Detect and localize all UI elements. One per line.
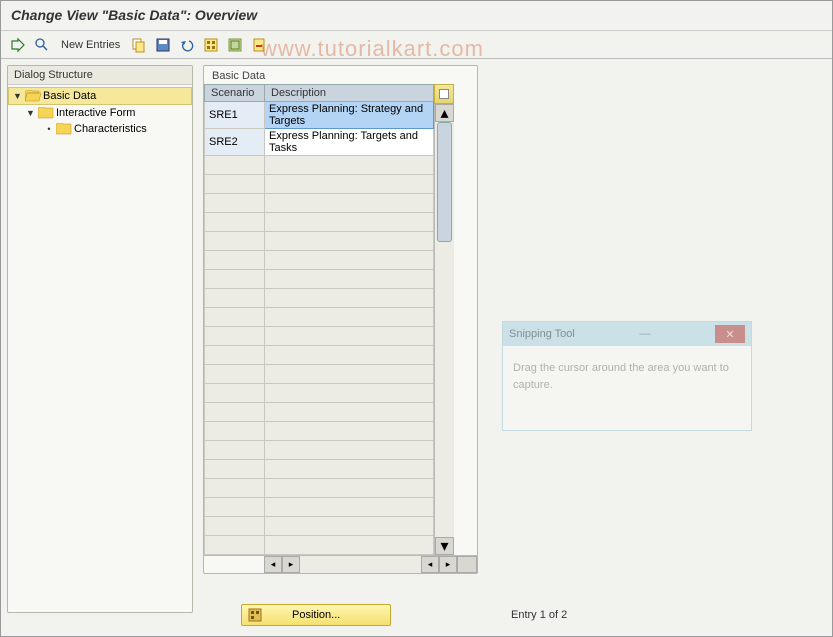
page-title: Change View "Basic Data": Overview [1,1,832,31]
collapse-icon[interactable]: ▼ [26,108,36,118]
cell-scenario[interactable]: SRE1 [205,102,265,129]
table-row[interactable] [205,441,434,460]
table-row[interactable] [205,460,434,479]
scroll-right-icon[interactable]: ▸ [439,556,457,573]
col-description[interactable]: Description [265,85,434,102]
tree: ▼ Basic Data ▼ Interactive Form • Charac… [8,85,192,139]
copy-icon[interactable] [130,36,148,54]
tree-node-label: Interactive Form [56,107,135,119]
find-icon[interactable] [33,36,51,54]
save-variant-icon[interactable] [154,36,172,54]
scroll-left-icon[interactable]: ◂ [421,556,439,573]
tree-node-label: Characteristics [74,123,147,135]
toggle-icon[interactable] [9,36,27,54]
cell-scenario[interactable]: SRE2 [205,129,265,156]
scroll-down-icon[interactable]: ▾ [435,537,454,555]
table-row[interactable] [205,327,434,346]
table-row[interactable] [205,270,434,289]
footer: Position... Entry 1 of 2 [1,604,832,626]
folder-open-icon [25,90,41,102]
dialog-structure-header: Dialog Structure [8,66,192,85]
table-row[interactable] [205,156,434,175]
cell-description[interactable]: Express Planning: Targets and Tasks [265,129,434,156]
scroll-right-icon[interactable]: ▸ [282,556,300,573]
deselect-all-icon[interactable] [226,36,244,54]
tree-node-label: Basic Data [43,90,96,102]
cell-description[interactable]: Express Planning: Strategy and Targets [265,102,434,129]
position-button[interactable]: Position... [241,604,391,626]
position-icon [248,608,262,622]
table-row[interactable] [205,384,434,403]
table-title: Basic Data [204,66,477,84]
table-row[interactable] [205,289,434,308]
data-grid: Scenario Description SRE1 Express Planni… [204,84,434,555]
col-scenario[interactable]: Scenario [205,85,265,102]
scroll-left-icon[interactable]: ◂ [264,556,282,573]
undo-icon[interactable] [178,36,196,54]
grid-settings-button[interactable] [434,84,454,104]
table-row[interactable] [205,251,434,270]
table-panel: Basic Data Scenario Description SRE1 Exp… [203,65,478,574]
folder-closed-icon [56,123,72,135]
table-row[interactable] [205,232,434,251]
entry-count: Entry 1 of 2 [511,609,567,621]
table-row[interactable] [205,213,434,232]
table-row[interactable] [205,194,434,213]
table-row[interactable] [205,346,434,365]
horizontal-scrollbar[interactable]: ◂ ▸ ◂ ▸ [204,555,477,573]
table-row[interactable] [205,308,434,327]
collapse-icon[interactable]: ▼ [13,91,23,101]
scroll-up-icon[interactable]: ▴ [435,104,454,122]
delete-icon[interactable] [250,36,268,54]
folder-closed-icon [38,107,54,119]
vertical-scrollbar[interactable]: ▴ ▾ [434,104,454,555]
table-row[interactable] [205,498,434,517]
tree-node-characteristics[interactable]: • Characteristics [8,121,192,137]
tree-node-interactive-form[interactable]: ▼ Interactive Form [8,105,192,121]
select-all-icon[interactable] [202,36,220,54]
scroll-thumb[interactable] [437,122,452,242]
tree-node-basic-data[interactable]: ▼ Basic Data [8,87,192,105]
position-label: Position... [292,609,340,621]
table-row[interactable] [205,175,434,194]
table-row[interactable] [205,403,434,422]
table-row[interactable] [205,365,434,384]
table-row[interactable]: SRE2 Express Planning: Targets and Tasks [205,129,434,156]
table-row[interactable] [205,479,434,498]
toolbar: New Entries [1,31,832,59]
dialog-structure-panel: Dialog Structure ▼ Basic Data ▼ Interact… [7,65,193,613]
bullet-icon: • [44,124,54,134]
table-row[interactable]: SRE1 Express Planning: Strategy and Targ… [205,102,434,129]
table-row[interactable] [205,517,434,536]
table-row[interactable] [205,422,434,441]
new-entries-button[interactable]: New Entries [57,37,124,53]
table-row[interactable] [205,536,434,555]
